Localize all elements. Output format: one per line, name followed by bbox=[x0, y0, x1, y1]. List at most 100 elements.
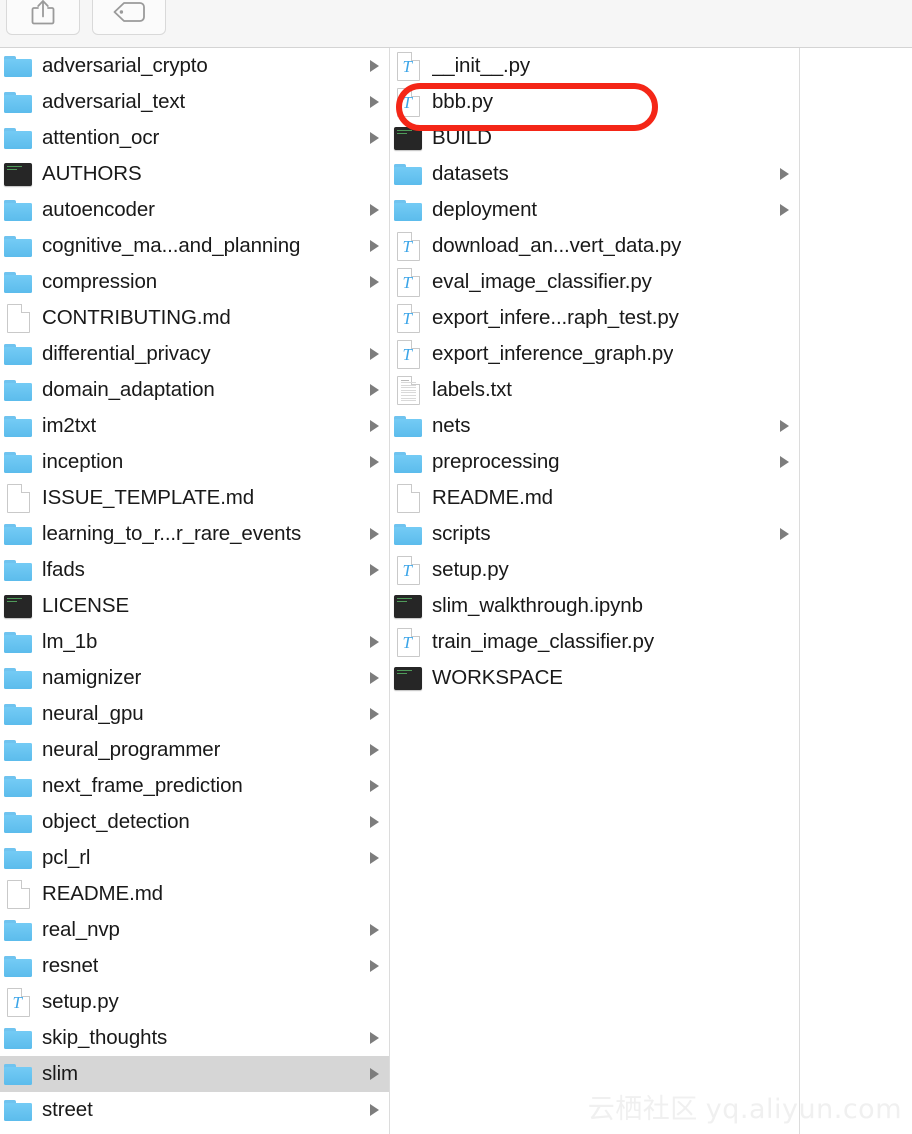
disclosure-arrow-icon[interactable] bbox=[370, 708, 379, 720]
list-item[interactable]: object_detection bbox=[0, 804, 389, 840]
disclosure-arrow-icon[interactable] bbox=[370, 564, 379, 576]
list-item[interactable]: LICENSE bbox=[0, 588, 389, 624]
disclosure-arrow-icon[interactable] bbox=[370, 456, 379, 468]
watermark-chinese: 云栖社区 bbox=[587, 1094, 698, 1125]
list-item[interactable]: Teval_image_classifier.py bbox=[390, 264, 799, 300]
disclosure-arrow-icon[interactable] bbox=[370, 204, 379, 216]
list-item[interactable]: attention_ocr bbox=[0, 120, 389, 156]
folder-icon bbox=[3, 699, 33, 729]
disclosure-arrow-icon[interactable] bbox=[780, 528, 789, 540]
disclosure-arrow-icon[interactable] bbox=[370, 780, 379, 792]
disclosure-arrow-icon[interactable] bbox=[370, 348, 379, 360]
list-item[interactable]: README.md bbox=[390, 480, 799, 516]
list-item-label: autoencoder bbox=[42, 199, 155, 221]
list-item[interactable]: lm_1b bbox=[0, 624, 389, 660]
list-item[interactable]: skip_thoughts bbox=[0, 1020, 389, 1056]
list-item[interactable]: real_nvp bbox=[0, 912, 389, 948]
list-item[interactable]: slim bbox=[0, 1056, 389, 1092]
list-item[interactable]: labels.txt bbox=[390, 372, 799, 408]
folder-icon bbox=[3, 267, 33, 297]
dark-doc-icon bbox=[3, 591, 33, 621]
python-file-icon: T bbox=[393, 267, 423, 297]
disclosure-arrow-icon[interactable] bbox=[780, 456, 789, 468]
dark-doc-icon bbox=[393, 123, 423, 153]
disclosure-arrow-icon[interactable] bbox=[370, 96, 379, 108]
list-item[interactable]: ISSUE_TEMPLATE.md bbox=[0, 480, 389, 516]
disclosure-arrow-icon[interactable] bbox=[370, 240, 379, 252]
list-item-label: labels.txt bbox=[432, 379, 512, 401]
disclosure-arrow-icon[interactable] bbox=[370, 924, 379, 936]
disclosure-arrow-icon[interactable] bbox=[370, 852, 379, 864]
disclosure-arrow-icon[interactable] bbox=[780, 204, 789, 216]
folder-icon bbox=[3, 1023, 33, 1053]
list-item-label: neural_gpu bbox=[42, 703, 144, 725]
list-item[interactable]: Texport_infere...raph_test.py bbox=[390, 300, 799, 336]
list-item[interactable]: Tdownload_an...vert_data.py bbox=[390, 228, 799, 264]
list-item[interactable]: scripts bbox=[390, 516, 799, 552]
list-item-label: im2txt bbox=[42, 415, 97, 437]
list-item[interactable]: lfads bbox=[0, 552, 389, 588]
list-item[interactable]: Ttrain_image_classifier.py bbox=[390, 624, 799, 660]
list-item[interactable]: README.md bbox=[0, 876, 389, 912]
disclosure-arrow-icon[interactable] bbox=[370, 1104, 379, 1116]
disclosure-arrow-icon[interactable] bbox=[780, 420, 789, 432]
list-item[interactable]: Texport_inference_graph.py bbox=[390, 336, 799, 372]
disclosure-arrow-icon[interactable] bbox=[370, 816, 379, 828]
list-item[interactable]: neural_gpu bbox=[0, 696, 389, 732]
disclosure-arrow-icon[interactable] bbox=[370, 1032, 379, 1044]
tag-button[interactable] bbox=[92, 0, 166, 35]
list-item[interactable]: Tsetup.py bbox=[0, 984, 389, 1020]
list-item[interactable]: BUILD bbox=[390, 120, 799, 156]
list-item[interactable]: Tsetup.py bbox=[390, 552, 799, 588]
list-item-label: export_inference_graph.py bbox=[432, 343, 674, 365]
dark-doc-icon bbox=[393, 663, 423, 693]
column-repo-root[interactable]: adversarial_crypto adversarial_text attent… bbox=[0, 48, 390, 1134]
disclosure-arrow-icon[interactable] bbox=[370, 276, 379, 288]
disclosure-arrow-icon[interactable] bbox=[370, 420, 379, 432]
list-item-label: next_frame_prediction bbox=[42, 775, 243, 797]
list-item[interactable]: AUTHORS bbox=[0, 156, 389, 192]
list-item[interactable]: differential_privacy bbox=[0, 336, 389, 372]
list-item[interactable]: compression bbox=[0, 264, 389, 300]
disclosure-arrow-icon[interactable] bbox=[370, 636, 379, 648]
list-item[interactable]: neural_programmer bbox=[0, 732, 389, 768]
list-item[interactable]: autoencoder bbox=[0, 192, 389, 228]
list-item[interactable]: next_frame_prediction bbox=[0, 768, 389, 804]
list-item[interactable]: nets bbox=[390, 408, 799, 444]
disclosure-arrow-icon[interactable] bbox=[370, 960, 379, 972]
list-item[interactable]: T __init__.py bbox=[390, 48, 799, 84]
list-item[interactable]: learning_to_r...r_rare_events bbox=[0, 516, 389, 552]
watermark-domain: yq.aliyun.com bbox=[705, 1094, 902, 1125]
list-item[interactable]: resnet bbox=[0, 948, 389, 984]
share-button[interactable] bbox=[6, 0, 80, 35]
disclosure-arrow-icon[interactable] bbox=[370, 672, 379, 684]
list-item[interactable]: street bbox=[0, 1092, 389, 1128]
list-item[interactable]: datasets bbox=[390, 156, 799, 192]
list-item[interactable]: pcl_rl bbox=[0, 840, 389, 876]
list-item[interactable]: deployment bbox=[390, 192, 799, 228]
list-item[interactable]: im2txt bbox=[0, 408, 389, 444]
list-item[interactable]: inception bbox=[0, 444, 389, 480]
folder-icon bbox=[3, 411, 33, 441]
python-file-icon: T bbox=[393, 627, 423, 657]
list-item[interactable]: domain_adaptation bbox=[0, 372, 389, 408]
disclosure-arrow-icon[interactable] bbox=[370, 384, 379, 396]
column-slim-contents[interactable]: T __init__.py Tbbb.py BUILD datasets deployme… bbox=[390, 48, 800, 1134]
disclosure-arrow-icon[interactable] bbox=[370, 132, 379, 144]
list-item[interactable]: cognitive_ma...and_planning bbox=[0, 228, 389, 264]
disclosure-arrow-icon[interactable] bbox=[370, 744, 379, 756]
disclosure-arrow-icon[interactable] bbox=[370, 528, 379, 540]
list-item[interactable]: Tbbb.py bbox=[390, 84, 799, 120]
list-item[interactable]: CONTRIBUTING.md bbox=[0, 300, 389, 336]
list-item[interactable]: slim_walkthrough.ipynb bbox=[390, 588, 799, 624]
text-page-icon bbox=[393, 375, 423, 405]
disclosure-arrow-icon[interactable] bbox=[370, 1068, 379, 1080]
column-preview-empty[interactable] bbox=[800, 48, 912, 1134]
list-item[interactable]: WORKSPACE bbox=[390, 660, 799, 696]
disclosure-arrow-icon[interactable] bbox=[780, 168, 789, 180]
list-item[interactable]: preprocessing bbox=[390, 444, 799, 480]
list-item[interactable]: adversarial_crypto bbox=[0, 48, 389, 84]
list-item[interactable]: namignizer bbox=[0, 660, 389, 696]
list-item[interactable]: adversarial_text bbox=[0, 84, 389, 120]
disclosure-arrow-icon[interactable] bbox=[370, 60, 379, 72]
